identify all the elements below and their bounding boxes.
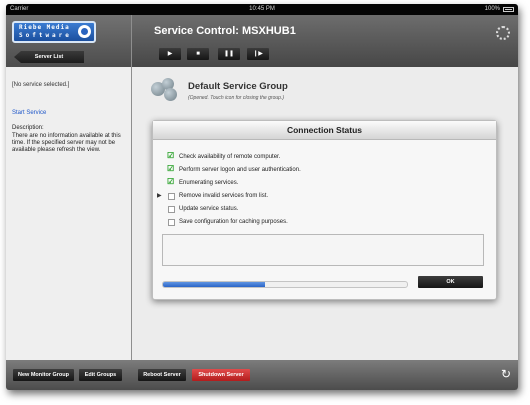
clock: 10:45 PM	[249, 6, 275, 12]
checkbox-empty-icon	[168, 219, 175, 226]
connection-status-dialog: Connection Status ☑ Check availability o…	[152, 120, 497, 300]
logo-text-line2: Software	[19, 32, 72, 39]
battery-percent: 100%	[484, 6, 500, 12]
sidebar: Riebe Media Software Server List [No ser…	[6, 15, 132, 360]
checkbox-empty-icon	[168, 206, 175, 213]
current-step-arrow-icon: ▶	[157, 193, 162, 199]
step-label: Update service status.	[179, 206, 239, 212]
bottom-toolbar: New Monitor Group Edit Groups Reboot Ser…	[6, 360, 518, 390]
dialog-title: Connection Status	[153, 121, 496, 140]
reboot-server-button[interactable]: Reboot Server	[138, 369, 186, 381]
ok-button[interactable]: OK	[418, 276, 483, 288]
checkbox-checked-icon: ☑	[167, 177, 175, 186]
main-content: Default Service Group (Opened. Touch ico…	[132, 67, 518, 360]
logo-badge-icon	[78, 25, 91, 38]
status-bar: Carrier 10:45 PM 100%	[6, 4, 518, 15]
server-list-back-button[interactable]: Server List	[14, 51, 84, 63]
progress-fill	[163, 282, 266, 287]
stop-button[interactable]: ■	[187, 48, 209, 60]
checkbox-checked-icon: ☑	[167, 151, 175, 160]
group-subtitle: (Opened. Touch icon for closing the grou…	[188, 95, 284, 101]
new-monitor-group-button[interactable]: New Monitor Group	[13, 369, 74, 381]
ipad-app-window: Carrier 10:45 PM 100% Riebe Media Softwa…	[6, 4, 518, 390]
start-service-link[interactable]: Start Service	[12, 110, 46, 116]
checkbox-checked-icon: ☑	[167, 164, 175, 173]
edit-groups-button[interactable]: Edit Groups	[79, 369, 122, 381]
description-label: Description:	[12, 125, 44, 131]
step-button[interactable]: ❙▶	[247, 48, 269, 60]
no-service-label: [No service selected.]	[12, 82, 70, 88]
group-title[interactable]: Default Service Group	[188, 81, 288, 92]
page-title: Service Control: MSXHUB1	[154, 25, 296, 37]
checkbox-empty-icon	[168, 193, 175, 200]
step-label: Enumerating services.	[179, 180, 239, 186]
pause-button[interactable]: ❚❚	[218, 48, 240, 60]
status-log-textarea[interactable]	[162, 234, 484, 266]
logo-text-line1: Riebe Media	[19, 24, 70, 31]
gears-icon[interactable]	[151, 78, 179, 102]
step-label: Check availability of remote computer.	[179, 154, 281, 160]
step-label: Save configuration for caching purposes.	[179, 219, 288, 225]
sidebar-header: Riebe Media Software Server List	[6, 15, 131, 67]
step-label: Perform server logon and user authentica…	[179, 167, 301, 173]
refresh-icon[interactable]: ↻	[501, 367, 511, 381]
activity-spinner-icon	[496, 26, 510, 40]
description-text: There are no information available at th…	[12, 133, 121, 153]
battery-icon	[503, 7, 514, 12]
shutdown-server-button[interactable]: Shutdown Server	[192, 369, 250, 381]
connection-progress-bar	[162, 281, 408, 288]
logo: Riebe Media Software	[12, 21, 96, 43]
play-button[interactable]: ▶	[159, 48, 181, 60]
step-label: Remove invalid services from list.	[179, 193, 269, 199]
main-header: Service Control: MSXHUB1 ▶ ■ ❚❚ ❙▶	[132, 15, 518, 67]
